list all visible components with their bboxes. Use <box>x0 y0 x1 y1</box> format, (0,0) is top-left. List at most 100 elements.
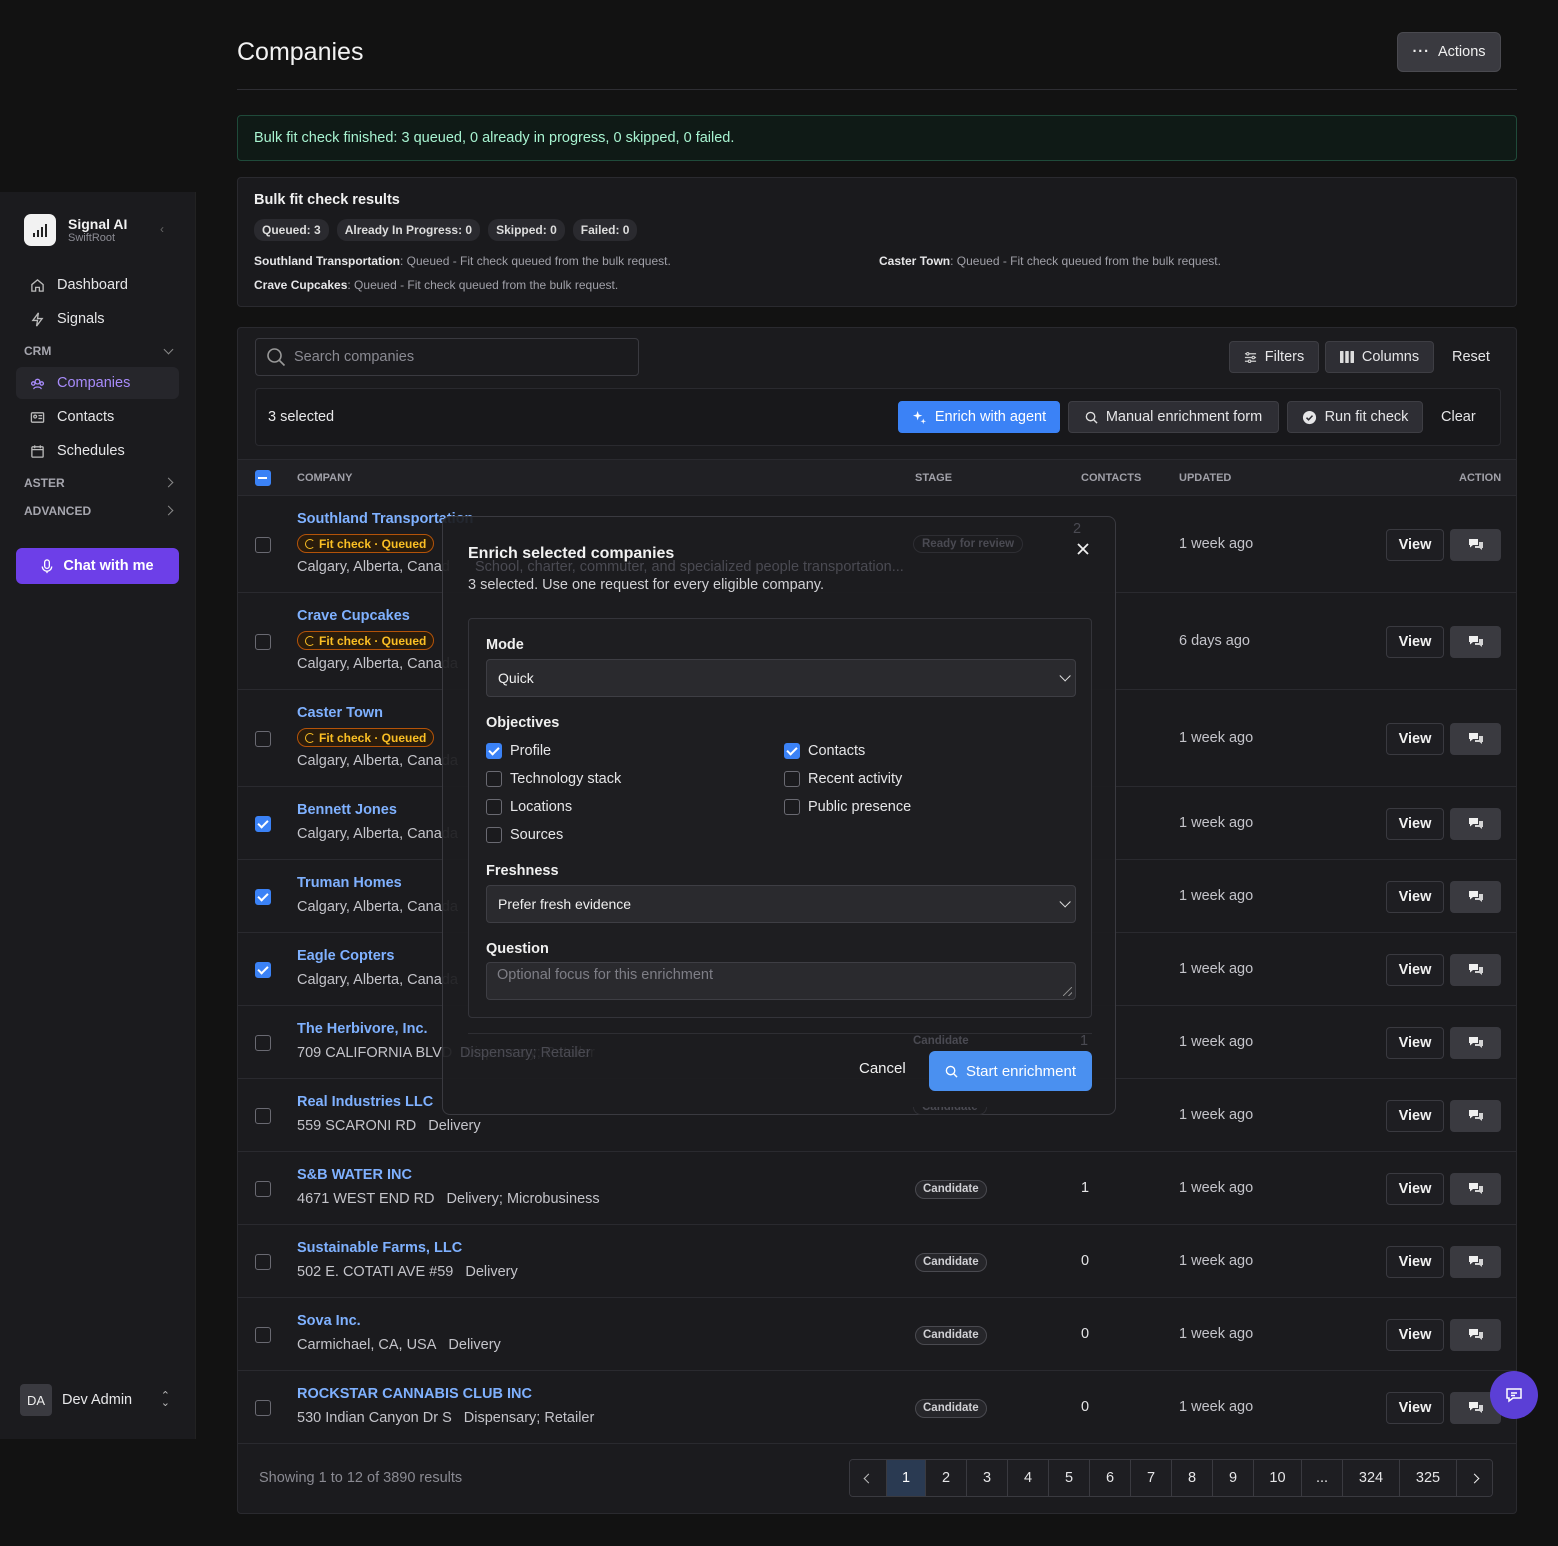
manual-enrichment-form-button[interactable]: Manual enrichment form <box>1068 401 1279 433</box>
message-button[interactable] <box>1450 1318 1501 1351</box>
company-name-link[interactable]: Sustainable Farms, LLC <box>297 1240 462 1256</box>
row-checkbox[interactable] <box>255 536 271 553</box>
page-button-8[interactable]: 8 <box>1172 1460 1213 1496</box>
page-button-4[interactable]: 4 <box>1008 1460 1049 1496</box>
view-button[interactable]: View <box>1386 625 1444 658</box>
mode-select[interactable]: Quick <box>486 659 1076 697</box>
view-button[interactable]: View <box>1386 1026 1444 1059</box>
sidebar-item-dashboard[interactable]: Dashboard <box>16 269 179 301</box>
company-name-link[interactable]: Caster Town <box>297 705 383 721</box>
freshness-select[interactable]: Prefer fresh evidence <box>486 885 1076 923</box>
resize-handle-icon[interactable] <box>1063 987 1072 996</box>
objective-checkbox[interactable] <box>486 827 502 843</box>
message-button[interactable] <box>1450 1026 1501 1059</box>
objective-checkbox[interactable] <box>784 743 800 759</box>
view-button[interactable]: View <box>1386 953 1444 986</box>
collapse-sidebar-icon[interactable]: ‹ <box>160 222 164 236</box>
message-button[interactable] <box>1450 1172 1501 1205</box>
company-name-link[interactable]: Eagle Copters <box>297 948 395 964</box>
col-company[interactable]: COMPANY <box>297 472 352 484</box>
message-button[interactable] <box>1450 953 1501 986</box>
message-button[interactable] <box>1450 1245 1501 1278</box>
page-button-9[interactable]: 9 <box>1213 1460 1254 1496</box>
chat-fab[interactable] <box>1490 1371 1538 1419</box>
next-page-button[interactable] <box>1457 1460 1492 1496</box>
objective-checkbox[interactable] <box>486 743 502 759</box>
row-checkbox[interactable] <box>255 730 271 747</box>
message-button[interactable] <box>1450 625 1501 658</box>
view-button[interactable]: View <box>1386 1172 1444 1205</box>
section-crm[interactable]: CRM <box>24 344 174 358</box>
row-checkbox[interactable] <box>255 815 271 832</box>
objective-contacts[interactable]: Contacts <box>784 743 865 759</box>
company-name-link[interactable]: Sova Inc. <box>297 1313 361 1329</box>
section-aster[interactable]: ASTER <box>24 476 174 490</box>
reset-button[interactable]: Reset <box>1452 341 1490 373</box>
page-button-7[interactable]: 7 <box>1131 1460 1172 1496</box>
message-button[interactable] <box>1450 722 1501 755</box>
company-name-link[interactable]: ROCKSTAR CANNABIS CLUB INC <box>297 1386 532 1402</box>
view-button[interactable]: View <box>1386 807 1444 840</box>
objective-locations[interactable]: Locations <box>486 799 572 815</box>
chat-with-me-button[interactable]: Chat with me <box>16 548 179 584</box>
question-textarea[interactable]: Optional focus for this enrichment <box>486 962 1076 1000</box>
view-button[interactable]: View <box>1386 1099 1444 1132</box>
company-name-link[interactable]: Bennett Jones <box>297 802 397 818</box>
row-checkbox[interactable] <box>255 888 271 905</box>
user-menu[interactable]: DA Dev Admin ⌃ ⌄ <box>20 1384 170 1416</box>
page-button-3[interactable]: 3 <box>967 1460 1008 1496</box>
enrich-with-agent-button[interactable]: Enrich with agent <box>898 401 1060 433</box>
row-checkbox[interactable] <box>255 633 271 650</box>
objective-technology-stack[interactable]: Technology stack <box>486 771 621 787</box>
page-button-5[interactable]: 5 <box>1049 1460 1090 1496</box>
company-name-link[interactable]: Real Industries LLC <box>297 1094 433 1110</box>
view-button[interactable]: View <box>1386 880 1444 913</box>
view-button[interactable]: View <box>1386 1245 1444 1278</box>
section-advanced[interactable]: ADVANCED <box>24 504 174 518</box>
view-button[interactable]: View <box>1386 1318 1444 1351</box>
brand[interactable]: Signal AI SwiftRoot <box>24 214 127 246</box>
page-button-2[interactable]: 2 <box>926 1460 967 1496</box>
run-fit-check-button[interactable]: Run fit check <box>1287 401 1423 433</box>
sidebar-item-schedules[interactable]: Schedules <box>16 435 179 467</box>
view-button[interactable]: View <box>1386 722 1444 755</box>
company-name-link[interactable]: The Herbivore, Inc. <box>297 1021 428 1037</box>
row-checkbox[interactable] <box>255 1399 271 1416</box>
page-button-324[interactable]: 324 <box>1343 1460 1400 1496</box>
close-icon[interactable] <box>1075 541 1091 557</box>
col-updated[interactable]: UPDATED <box>1179 472 1231 484</box>
prev-page-button[interactable] <box>850 1460 887 1496</box>
row-checkbox[interactable] <box>255 961 271 978</box>
page-button-10[interactable]: 10 <box>1254 1460 1302 1496</box>
message-button[interactable] <box>1450 1099 1501 1132</box>
company-name-link[interactable]: Crave Cupcakes <box>297 608 410 624</box>
objective-public-presence[interactable]: Public presence <box>784 799 911 815</box>
objective-checkbox[interactable] <box>784 771 800 787</box>
sidebar-item-companies[interactable]: Companies <box>16 367 179 399</box>
search-input[interactable]: Search companies <box>255 338 639 376</box>
objective-profile[interactable]: Profile <box>486 743 551 759</box>
view-button[interactable]: View <box>1386 1391 1444 1424</box>
objective-checkbox[interactable] <box>486 771 502 787</box>
columns-button[interactable]: Columns <box>1325 341 1434 373</box>
objective-sources[interactable]: Sources <box>486 827 563 843</box>
objective-checkbox[interactable] <box>784 799 800 815</box>
row-checkbox[interactable] <box>255 1034 271 1051</box>
sidebar-item-contacts[interactable]: Contacts <box>16 401 179 433</box>
page-button-1[interactable]: 1 <box>887 1460 926 1496</box>
objective-checkbox[interactable] <box>486 799 502 815</box>
row-checkbox[interactable] <box>255 1326 271 1343</box>
select-all-checkbox[interactable] <box>255 470 271 486</box>
page-button-6[interactable]: 6 <box>1090 1460 1131 1496</box>
row-checkbox[interactable] <box>255 1180 271 1197</box>
sidebar-item-signals[interactable]: Signals <box>16 303 179 335</box>
view-button[interactable]: View <box>1386 528 1444 561</box>
start-enrichment-button[interactable]: Start enrichment <box>929 1051 1092 1091</box>
company-name-link[interactable]: Truman Homes <box>297 875 402 891</box>
col-contacts[interactable]: CONTACTS <box>1081 472 1141 484</box>
company-name-link[interactable]: S&B WATER INC <box>297 1167 412 1183</box>
message-button[interactable] <box>1450 880 1501 913</box>
row-checkbox[interactable] <box>255 1253 271 1270</box>
cancel-button[interactable]: Cancel <box>859 1060 906 1077</box>
row-checkbox[interactable] <box>255 1107 271 1124</box>
